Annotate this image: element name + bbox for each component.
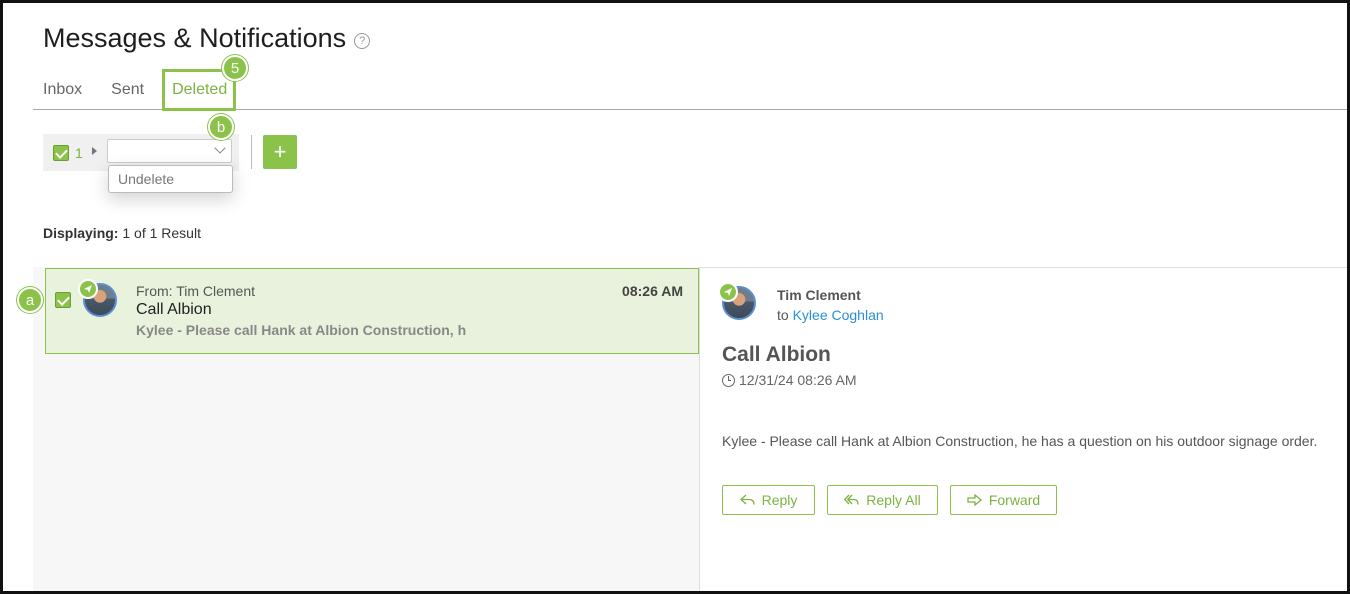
detail-top-rule xyxy=(699,267,1347,268)
message-preview: Kylee - Please call Hank at Albion Const… xyxy=(136,322,467,338)
page-title: Messages & Notifications xyxy=(43,23,347,53)
message-checkbox-icon[interactable] xyxy=(55,292,71,308)
reply-all-button[interactable]: Reply All xyxy=(827,485,938,515)
selected-count: 1 xyxy=(75,145,83,161)
chevron-down-icon xyxy=(214,142,226,154)
results-label: Displaying: xyxy=(43,225,119,241)
app-frame: Messages & Notifications ? Inbox Sent De… xyxy=(0,0,1350,594)
callout-b: b xyxy=(208,114,234,140)
reply-icon xyxy=(739,494,755,505)
recipient-link[interactable]: Kylee Coghlan xyxy=(793,307,884,323)
undelete-option[interactable]: Undelete xyxy=(108,165,233,193)
callout-a: a xyxy=(17,287,43,313)
bulk-action-select[interactable] xyxy=(107,139,232,163)
message-from: From: Tim Clement xyxy=(136,283,256,299)
tab-sent[interactable]: Sent xyxy=(111,79,144,101)
forward-label: Forward xyxy=(988,492,1041,508)
toolbar-divider xyxy=(251,135,252,169)
clock-icon xyxy=(722,373,735,387)
help-icon[interactable]: ? xyxy=(354,33,371,49)
tab-inbox[interactable]: Inbox xyxy=(43,79,82,101)
send-icon xyxy=(78,279,98,299)
reply-label: Reply xyxy=(761,492,798,508)
message-time: 08:26 AM xyxy=(622,283,683,299)
callout-step-5: 5 xyxy=(222,55,248,81)
add-button[interactable]: + xyxy=(263,135,297,169)
forward-icon xyxy=(967,494,982,506)
reply-all-label: Reply All xyxy=(866,492,921,508)
results-text: 1 of 1 Result xyxy=(122,225,201,241)
detail-sender: Tim Clement xyxy=(777,287,861,303)
detail-body: Kylee - Please call Hank at Albion Const… xyxy=(722,433,1318,449)
forward-button[interactable]: Forward xyxy=(950,485,1057,515)
detail-send-icon xyxy=(718,282,738,302)
pane-divider xyxy=(699,267,700,591)
detail-subject: Call Albion xyxy=(722,343,831,366)
reply-button[interactable]: Reply xyxy=(722,485,815,515)
detail-date: 12/31/24 08:26 AM xyxy=(739,372,857,388)
reply-all-icon xyxy=(844,494,859,505)
results-count: Displaying: 1 of 1 Result xyxy=(43,225,201,241)
page-title-wrap: Messages & Notifications ? xyxy=(43,23,371,54)
caret-right-icon[interactable] xyxy=(92,147,97,155)
message-subject: Call Albion xyxy=(136,301,212,318)
detail-date-wrap: 12/31/24 08:26 AM xyxy=(722,372,857,388)
detail-to-prefix: to xyxy=(777,307,789,323)
select-all-checkbox-icon[interactable] xyxy=(53,145,69,161)
detail-recipient: to Kylee Coghlan xyxy=(777,307,884,323)
